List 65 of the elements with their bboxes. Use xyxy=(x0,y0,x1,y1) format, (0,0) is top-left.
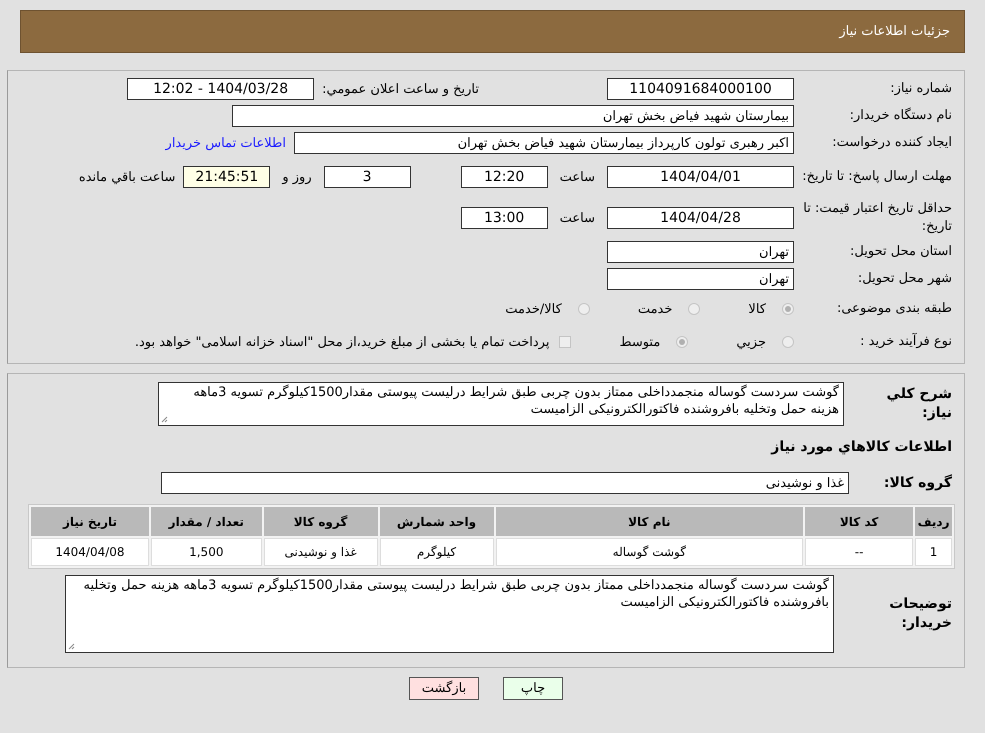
radio-label: جزيي xyxy=(736,334,766,350)
field-label: شرح کلي نیاز: xyxy=(886,385,952,423)
goods-group-field: غذا و نوشیدنی xyxy=(161,472,849,494)
table-cell: کیلوگرم xyxy=(380,538,494,566)
column-header: گروه کالا xyxy=(264,507,378,536)
province-field: تهران xyxy=(607,241,794,263)
field-label: حداقل تاریخ اعتبار قیمت: تا تاریخ: xyxy=(802,200,952,236)
table-cell: گوشت گوساله xyxy=(496,538,804,566)
table-cell: 1,500 xyxy=(150,538,262,566)
requester-field: اکبر رهبری تولون کارپرداز بیمارستان شهید فیاض بخش تهران xyxy=(294,132,794,154)
remaining-label: ساعت باقي مانده xyxy=(78,170,176,184)
back-button[interactable]: بازگشت xyxy=(409,677,479,700)
section-heading: اطلاعات کالاهاي مورد نیاز xyxy=(771,439,952,455)
field-label: نوع فرآیند خرید : xyxy=(859,333,952,351)
radio-label: کالا/خدمت xyxy=(505,302,562,316)
radio-button[interactable] xyxy=(578,303,590,315)
field-label: طبقه بندی موضوعی: xyxy=(836,300,952,318)
field-label: تاریخ و ساعت اعلان عمومي: xyxy=(322,82,479,96)
radio-label: کالا xyxy=(748,302,766,316)
column-header: نام کالا xyxy=(496,507,804,536)
field-label: شهر محل تحویل: xyxy=(856,270,952,288)
buyer-notes-field: گوشت سردست گوساله منجمدداخلی ممتاز بدون چربی طبق شرایط درلیست پیوستی مقدار1500کیلوگرم تسویه 3ماهه هزینه حمل وتخلیه بافروشنده فاکتورالکترونیکی الزامیست xyxy=(65,575,834,653)
page-title: جزئیات اطلاعات نیاز xyxy=(839,24,950,39)
remaining-time-field: 21:45:51 xyxy=(183,166,270,188)
column-header: کد کالا xyxy=(805,507,914,536)
time-label: ساعت xyxy=(560,170,595,184)
days-label: روز و xyxy=(282,170,312,184)
table-cell: 1 xyxy=(915,538,952,566)
resize-grip-icon[interactable] xyxy=(68,643,75,650)
time-label: ساعت xyxy=(560,210,595,226)
need-number-field: 1104091684000100 xyxy=(607,78,794,100)
radio-button[interactable] xyxy=(688,303,700,315)
field-label: شماره نیاز: xyxy=(889,80,952,98)
field-label: ایجاد کننده درخواست: xyxy=(831,134,952,152)
validity-date-field: 1404/04/28 xyxy=(607,207,794,229)
column-header: تعداد / مقدار xyxy=(150,507,262,536)
radio-button[interactable] xyxy=(782,303,794,315)
deadline-time-field: 12:20 xyxy=(460,166,548,188)
validity-time-field: 13:00 xyxy=(460,207,548,229)
column-header: واحد شمارش xyxy=(380,507,494,536)
print-button[interactable]: چاپ xyxy=(503,677,563,700)
field-label: نام دستگاه خریدار: xyxy=(848,107,952,125)
table-cell: 1404/04/08 xyxy=(31,538,149,566)
deadline-date-field: 1404/04/01 xyxy=(607,166,794,188)
column-header: تاریخ نیاز xyxy=(31,507,149,536)
buyer-org-field: بیمارستان شهید فیاض بخش تهران xyxy=(232,105,794,127)
column-header: ردیف xyxy=(915,507,952,536)
contact-info-link[interactable]: اطلاعات تماس خریدار xyxy=(166,136,286,150)
radio-label: خدمت xyxy=(638,302,672,316)
field-label: استان محل تحویل: xyxy=(849,243,952,261)
table-cell: -- xyxy=(805,538,914,566)
summary-field: گوشت سردست گوساله منجمدداخلی ممتاز بدون چربی طبق شرایط درلیست پیوستی مقدار1500کیلوگرم تسویه 3ماهه هزینه حمل وتخلیه بافروشنده فاکتورالکترونیکی الزامیست xyxy=(158,382,844,426)
city-field: تهران xyxy=(607,268,794,290)
radio-button[interactable] xyxy=(676,336,688,348)
field-label: گروه کالا: xyxy=(882,474,952,492)
field-label: توضیحات خریدار: xyxy=(888,595,952,633)
days-field: 3 xyxy=(324,166,411,188)
table-cell: غذا و نوشیدنی xyxy=(264,538,378,566)
radio-label: متوسط xyxy=(619,334,660,350)
field-label: مهلت ارسال پاسخ: تا تاریخ: xyxy=(802,168,952,186)
payment-note: پرداخت تمام یا بخشی از مبلغ خرید،از محل "اسناد خزانه اسلامی" خواهد بود. xyxy=(134,334,550,350)
checkbox[interactable] xyxy=(559,336,572,348)
resize-grip-icon[interactable] xyxy=(161,416,168,423)
radio-button[interactable] xyxy=(782,336,794,348)
announce-date-field: 1404/03/28 - 12:02 xyxy=(127,78,314,100)
